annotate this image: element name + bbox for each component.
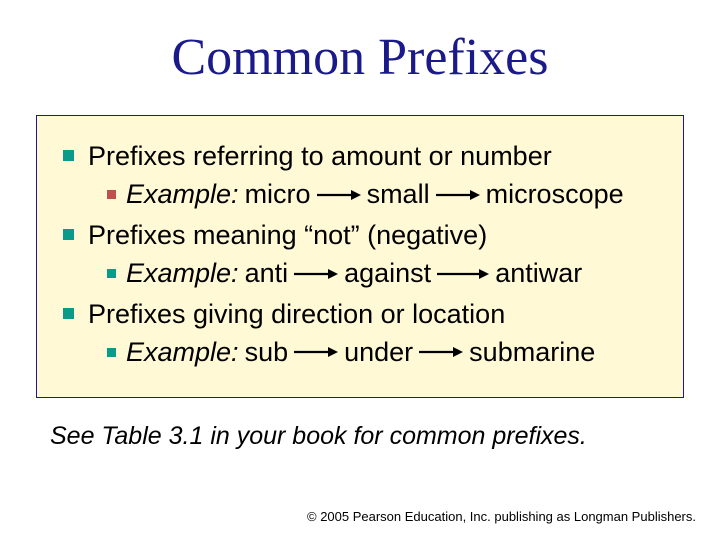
example-word-3: submarine (469, 334, 595, 370)
example-line: Example: anti against antiwar (107, 255, 663, 291)
footnote: See Table 3.1 in your book for common pr… (50, 422, 684, 451)
bullet-icon (63, 308, 74, 319)
arrow-icon (436, 188, 480, 202)
content-box: Prefixes referring to amount or number E… (36, 115, 684, 398)
example-word-2: small (367, 176, 430, 212)
example-word-1: anti (245, 255, 289, 291)
item-heading: Prefixes referring to amount or number (88, 138, 552, 174)
list-item: Prefixes referring to amount or number (63, 138, 663, 174)
example-word-1: micro (245, 176, 311, 212)
item-heading: Prefixes meaning “not” (negative) (88, 217, 487, 253)
bullet-icon (107, 190, 116, 199)
list-item: Prefixes giving direction or location (63, 296, 663, 332)
example-word-1: sub (245, 334, 289, 370)
slide-title: Common Prefixes (36, 28, 684, 87)
example-word-2: under (344, 334, 413, 370)
example-word-3: microscope (486, 176, 624, 212)
bullet-icon (107, 348, 116, 357)
example-word-3: antiwar (495, 255, 582, 291)
example-label: Example: (126, 255, 239, 291)
example-label: Example: (126, 176, 239, 212)
bullet-icon (107, 269, 116, 278)
example-line: Example: micro small microscope (107, 176, 663, 212)
slide: Common Prefixes Prefixes referring to am… (0, 0, 720, 540)
item-heading: Prefixes giving direction or location (88, 296, 505, 332)
arrow-icon (437, 267, 489, 281)
example-word-2: against (344, 255, 431, 291)
arrow-icon (317, 188, 361, 202)
bullet-icon (63, 229, 74, 240)
example-label: Example: (126, 334, 239, 370)
bullet-icon (63, 150, 74, 161)
arrow-icon (419, 345, 463, 359)
example-line: Example: sub under submarine (107, 334, 663, 370)
arrow-icon (294, 267, 338, 281)
copyright: © 2005 Pearson Education, Inc. publishin… (307, 509, 696, 524)
arrow-icon (294, 345, 338, 359)
list-item: Prefixes meaning “not” (negative) (63, 217, 663, 253)
